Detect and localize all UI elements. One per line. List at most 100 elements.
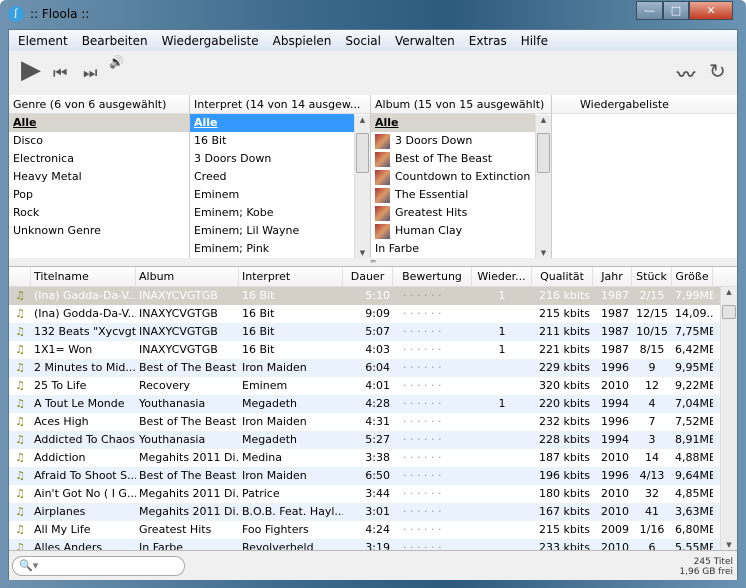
rating-stars[interactable]: · · · · · · (393, 539, 472, 550)
play-button[interactable]: ▶ (21, 55, 41, 85)
genre-item-label: Electronica (13, 152, 74, 165)
rating-stars[interactable]: · · · · · · (393, 323, 472, 341)
next-button[interactable]: ⏭ (83, 63, 97, 83)
track-row[interactable]: ♫ Alles Anders In Farbe Revolverheld 3:19 · ·… (9, 539, 737, 550)
playlist-header[interactable]: Wiedergabeliste (552, 95, 737, 114)
genre-list-item[interactable]: Pop (9, 186, 189, 204)
splitter-handle[interactable]: ═ (9, 258, 737, 266)
interpret-scrollbar[interactable]: ▲ ▼ (354, 115, 370, 258)
maximize-button[interactable]: □ (663, 1, 689, 20)
rating-stars[interactable]: · · · · · · (393, 359, 472, 377)
album-list-item[interactable]: Best of The Beast (371, 150, 535, 168)
column-header[interactable]: Dauer (343, 267, 393, 286)
interpret-list-item[interactable]: Alle (190, 114, 354, 132)
rating-stars[interactable]: · · · · · · (393, 485, 472, 503)
track-row[interactable]: ♫ Ain't Got No ( I G... Megahits 2011 Di..… (9, 485, 737, 503)
column-header[interactable]: Album (136, 267, 239, 286)
rating-stars[interactable]: · · · · · · (393, 413, 472, 431)
track-row[interactable]: ♫ Aces High Best of The Beast Iron Maiden 4:… (9, 413, 737, 431)
album-cover-thumbnail (375, 187, 390, 203)
duration-cell: 4:31 (365, 415, 390, 428)
rating-stars[interactable]: · · · · · · (393, 305, 472, 323)
rating-stars[interactable]: · · · · · · (393, 287, 472, 305)
menu-abspielen[interactable]: Abspielen (266, 34, 339, 48)
genre-list-item[interactable]: Unknown Genre (9, 222, 189, 240)
menu-extras[interactable]: Extras (462, 34, 514, 48)
column-header[interactable]: Qualität (532, 267, 593, 286)
track-row[interactable]: ♫ All My Life Greatest Hits Foo Fighters 4:2… (9, 521, 737, 539)
interpret-list-item[interactable]: Creed (190, 168, 354, 186)
track-number-cell: 3 (648, 433, 656, 446)
album-list-item[interactable]: In Farbe (371, 240, 535, 258)
interpret-list-item[interactable]: 16 Bit (190, 132, 354, 150)
rating-stars[interactable]: · · · · · · (393, 521, 472, 539)
track-row[interactable]: ♫ A Tout Le Monde Youthanasia Megadeth 4:28 ·… (9, 395, 737, 413)
interpret-list-item[interactable]: Eminem; Lil Wayne (190, 222, 354, 240)
track-row[interactable]: ♫ 132 Beats "Xycvgt... INAXYCVGTGB 16 Bit 5:… (9, 323, 737, 341)
album-cover-thumbnail (375, 169, 390, 185)
genre-list-item[interactable]: Heavy Metal (9, 168, 189, 186)
interpret-list-item[interactable]: Eminem (190, 186, 354, 204)
close-button[interactable]: ✕ (689, 1, 733, 20)
volume-icon[interactable]: 🔊 (109, 55, 124, 69)
genre-header[interactable]: Genre (6 von 6 ausgewählt) (9, 95, 189, 114)
column-header[interactable]: Größe (672, 267, 713, 286)
interpret-list-item[interactable]: Eminem; Kobe (190, 204, 354, 222)
rating-stars[interactable]: · · · · · · (393, 341, 472, 359)
interpret-header[interactable]: Interpret (14 von 14 ausgew... (190, 95, 370, 114)
search-input[interactable]: 🔍▾ (12, 556, 185, 576)
effects-icon[interactable]: 〰 (677, 61, 695, 87)
track-row[interactable]: ♫ Addicted To Chaos Youthanasia Megadeth 5:2… (9, 431, 737, 449)
rating-stars[interactable]: · · · · · · (393, 377, 472, 395)
album-list-item[interactable]: Human Clay (371, 222, 535, 240)
music-note-icon: ♫ (15, 415, 25, 428)
menu-hilfe[interactable]: Hilfe (514, 34, 555, 48)
menu-element[interactable]: Element (11, 34, 75, 48)
column-header[interactable]: Bewertung (393, 267, 472, 286)
album-list-item[interactable]: 3 Doors Down (371, 132, 535, 150)
refresh-icon[interactable]: ↻ (709, 59, 726, 83)
album-list-item[interactable]: Greatest Hits (371, 204, 535, 222)
music-note-icon: ♫ (15, 433, 25, 446)
duration-cell: 9:09 (365, 307, 390, 320)
column-header[interactable]: Interpret (239, 267, 343, 286)
track-row[interactable]: ♫ Addiction Megahits 2011 Di... Medina 3:38 ·… (9, 449, 737, 467)
genre-list-item[interactable]: Disco (9, 132, 189, 150)
menu-verwalten[interactable]: Verwalten (388, 34, 462, 48)
column-header[interactable]: Jahr (593, 267, 632, 286)
album-list-item[interactable]: The Essential (371, 186, 535, 204)
rating-stars[interactable]: · · · · · · (393, 395, 472, 413)
menu-social[interactable]: Social (338, 34, 388, 48)
genre-list-item[interactable]: Electronica (9, 150, 189, 168)
rating-stars[interactable]: · · · · · · (393, 467, 472, 485)
track-row[interactable]: ♫ Airplanes Megahits 2011 Di... B.O.B. Feat… (9, 503, 737, 521)
quality-cell: 228 kbits (539, 433, 590, 446)
column-header[interactable]: Wieder... (472, 267, 532, 286)
genre-list-item[interactable]: Rock (9, 204, 189, 222)
interpret-list-item[interactable]: Eminem; Pink (190, 240, 354, 258)
genre-list-item[interactable]: Alle (9, 114, 189, 132)
previous-button[interactable]: ⏮ (53, 63, 67, 83)
track-scrollbar[interactable]: ▲ ▼ (720, 287, 737, 550)
track-row[interactable]: ♫ (Ina) Godda-Da-V... INAXYCVGTGB 16 Bit 9:0… (9, 305, 737, 323)
rating-stars[interactable]: · · · · · · (393, 431, 472, 449)
rating-stars[interactable]: · · · · · · (393, 449, 472, 467)
album-header[interactable]: Album (15 von 15 ausgewählt) (371, 95, 551, 114)
menu-bearbeiten[interactable]: Bearbeiten (75, 34, 155, 48)
album-list-item[interactable]: Countdown to Extinction (371, 168, 535, 186)
column-header[interactable] (9, 267, 31, 286)
album-list-item[interactable]: Alle (371, 114, 535, 132)
album-cell: Best of The Beast (139, 415, 237, 428)
album-scrollbar[interactable]: ▲ ▼ (535, 115, 551, 258)
track-row[interactable]: ♫ Afraid To Shoot S... Best of The Beast Ir… (9, 467, 737, 485)
track-row[interactable]: ♫ (Ina) Gadda-Da-V... INAXYCVGTGB 16 Bit 5:1… (9, 287, 737, 305)
minimize-button[interactable]: — (636, 1, 663, 20)
track-row[interactable]: ♫ 25 To Life Recovery Eminem 4:01 · · · · · ·… (9, 377, 737, 395)
track-row[interactable]: ♫ 2 Minutes to Mid... Best of The Beast Iro… (9, 359, 737, 377)
menu-wiedergabeliste[interactable]: Wiedergabeliste (155, 34, 266, 48)
column-header[interactable]: Stück (632, 267, 672, 286)
column-header[interactable]: Titelname (31, 267, 136, 286)
rating-stars[interactable]: · · · · · · (393, 503, 472, 521)
interpret-list-item[interactable]: 3 Doors Down (190, 150, 354, 168)
track-row[interactable]: ♫ 1X1= Won INAXYCVGTGB 16 Bit 4:03 · · · · · … (9, 341, 737, 359)
